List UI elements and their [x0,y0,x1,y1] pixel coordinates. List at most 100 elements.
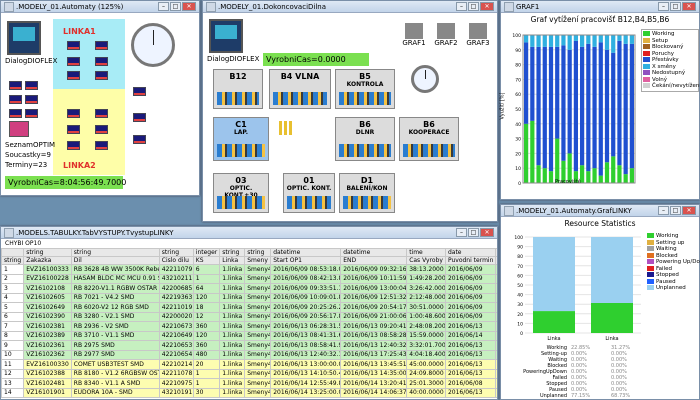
window-table[interactable]: .MODELS.TABULKY.TabVYSTUPY.TvystupLINKY –… [0,226,498,400]
table-cell[interactable]: 42200685 [158,283,194,294]
machine-c1[interactable]: C1 LAP. [213,117,269,161]
table-row[interactable]: 8 VZ16102389 RB 3710 - V1.1 SMD 42210649 120… [1,330,497,341]
machine-b6-kooperace[interactable]: B6 KOOPERACE [399,117,459,161]
table-cell[interactable]: 1.linka [219,292,246,303]
table-cell[interactable]: 2016/06/09 21:00:06.4000 [340,311,408,322]
table-cell[interactable]: 2016/06/09 09:32:16.0000 [340,264,408,275]
table-row[interactable]: 10 VZ16102362 RB 2977 SMD 42210654 480 1.link… [1,349,497,360]
table-cell[interactable]: 4:04:18.4000 [406,349,446,360]
machine-icon[interactable] [67,125,80,134]
table-cell[interactable]: 2016/06/13 [444,321,497,332]
computer-icon[interactable] [209,19,243,53]
maximize-button[interactable]: □ [468,2,479,11]
table-cell[interactable]: 2016/06/13 14:10:50.4000 [270,368,342,379]
output-table[interactable]: string string string integer string string dat… [1,248,497,398]
machine-icon[interactable] [9,81,22,90]
machine-icon[interactable] [9,95,22,104]
minimize-button[interactable]: – [456,2,467,11]
table-cell[interactable]: 15:59.0000 [406,330,446,341]
table-cell[interactable]: COMET USB3TEST SMD [70,359,160,370]
close-button[interactable]: ✕ [480,2,494,11]
table-cell[interactable]: 2016/06/09 20:25:26.2000 [270,302,342,313]
column-header[interactable]: KS [192,256,221,265]
title-bar[interactable]: .MODELY_01.DokoncovaciDilna – □ ✕ [203,1,497,13]
table-cell[interactable]: VZ16102389 [23,330,72,341]
table-cell[interactable]: RB 8180 - V1.2 6RGBSW OSTAR SMD [70,368,160,379]
table-cell[interactable]: Smeny4 [244,273,272,284]
table-cell[interactable]: VYHOVUJE [495,330,497,341]
table-cell[interactable]: 42210649 [158,330,194,341]
table-cell[interactable]: 2016/06/09 [444,283,497,294]
table-cell[interactable]: 18 [192,302,221,313]
column-header[interactable]: Dil [70,256,160,265]
table-cell[interactable]: VZ16102390 [23,311,72,322]
table-cell[interactable]: 2016/06/09 08:53:18.0000 [270,264,342,275]
table-cell[interactable]: 24:09.8000 [406,368,446,379]
table-cell[interactable]: 2016/06/13 [444,349,497,360]
table-cell[interactable]: 1.linka [219,311,246,322]
machine-icon[interactable] [67,71,80,80]
table-cell[interactable]: 2016/06/13 12:40:32.1000 [340,340,408,351]
title-bar[interactable]: .MODELY_01.Automaty (125%) – □ ✕ [1,1,199,13]
minimize-button[interactable]: – [158,2,169,11]
machine-icon[interactable] [67,41,80,50]
table-cell[interactable]: VYHOVUJE [495,349,497,360]
machine-icon[interactable] [67,141,80,150]
table-cell[interactable]: 1.linka [219,378,246,389]
table-cell[interactable]: 20 [192,359,221,370]
table-cell[interactable]: 2016/06/09 13:00:04.3000 [340,283,408,294]
machine-01[interactable]: 01 OPTIC. KONT. [283,173,335,213]
table-cell[interactable]: 3:26:42.0000 [406,283,446,294]
table-cell[interactable]: RB 2977 SMD [70,349,160,360]
table-cell[interactable]: 30:51.0000 [406,302,446,313]
table-cell[interactable]: 45:00.0000 [406,359,446,370]
table-cell[interactable]: VYHOVUJE [495,302,497,313]
table-cell[interactable]: 1.linka [219,283,246,294]
table-cell[interactable]: VZ16102361 [23,340,72,351]
table-cell[interactable]: 120 [192,292,221,303]
table-cell[interactable]: VYHOVUJE [495,340,497,351]
close-button[interactable]: ✕ [682,2,696,11]
maximize-button[interactable]: □ [670,2,681,11]
table-cell[interactable]: 1 [192,378,221,389]
machine-icon[interactable] [95,41,108,50]
machine-icon[interactable] [67,57,80,66]
table-row[interactable]: 9 VZ16102361 RB 2975 SMD 42210653 360 1.linka… [1,340,497,351]
table-cell[interactable]: 2016/06/09 [444,311,497,322]
table-cell[interactable]: 2016/06/09 09:33:51.1000 [270,283,342,294]
table-cell[interactable]: 2016/06/13 06:28:31.5000 [270,321,342,332]
table-cell[interactable]: 2016/06/09 [444,273,497,284]
machine-icon[interactable] [95,71,108,80]
machine-icon[interactable] [95,109,108,118]
table-cell[interactable]: NEVYHOVUJE [495,378,497,389]
table-row[interactable]: 13 VZ16102481 RB 8340 - V1.1 A SMD 42210975… [1,378,497,389]
table-cell[interactable]: 25:01.3000 [406,378,446,389]
maximize-button[interactable]: □ [468,228,479,237]
table-cell[interactable]: 42210654 [158,349,194,360]
table-cell[interactable]: VYHOVUJE [495,311,497,322]
machine-icon[interactable] [133,87,146,96]
table-area[interactable]: CHYBI OP10 string string string integer stri… [1,239,497,399]
table-cell[interactable]: 360 [192,340,221,351]
table-cell[interactable]: 1.linka [219,349,246,360]
table-cell[interactable]: RB 2975 SMD [70,340,160,351]
table-cell[interactable]: 1.linka [219,264,246,275]
table-cell[interactable]: 42211079 [158,264,194,275]
machine-icon[interactable] [95,125,108,134]
table-cell[interactable]: 43210191 [158,387,194,398]
table-cell[interactable]: VZ16102362 [23,349,72,360]
column-header[interactable]: Cas Vyroby [406,256,446,265]
table-cell[interactable]: VYHOVUJE [495,283,497,294]
table-cell[interactable]: 1:00:48.6000 [406,311,446,322]
table-cell[interactable]: 2:12:48.0000 [406,292,446,303]
table-cell[interactable]: Smeny4 [244,311,272,322]
table-cell[interactable]: VYHOVUJE [495,264,497,275]
table-cell[interactable]: 2016/06/09 10:09:01.8000 [270,292,342,303]
column-header[interactable]: Smeny [244,256,272,265]
table-cell[interactable]: 2016/06/09 [444,302,497,313]
table-cell[interactable]: Smeny4 [244,264,272,275]
table-cell[interactable]: 40:00.0000 [406,387,446,398]
table-row[interactable]: 6 VZ16102390 RB 3280 - V2.1 SMD 42200020 12 1… [1,311,497,322]
model-canvas[interactable]: LINKA1 LINKA2 DialogDIOFLEX SeznamOPTIM … [1,13,199,195]
machine-b12[interactable]: B12 [213,69,263,109]
